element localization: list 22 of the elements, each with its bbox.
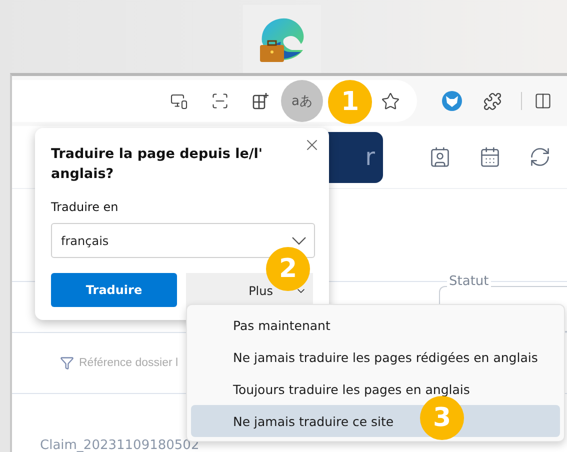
extensions-icon[interactable]: [483, 92, 502, 110]
translate-button[interactable]: aあ: [281, 80, 323, 122]
target-language-label: Traduire en: [51, 200, 120, 214]
devices-icon[interactable]: [170, 92, 188, 110]
add-tab-grid-icon[interactable]: [252, 92, 270, 110]
refresh-icon[interactable]: [529, 146, 551, 168]
app-tile[interactable]: [243, 5, 321, 73]
chevron-down-icon: [292, 236, 306, 244]
menu-item[interactable]: Ne jamais traduire les pages rédigées en anglais: [191, 341, 560, 373]
filter-label: Référence dossier l: [79, 357, 178, 369]
status-label: Statut: [447, 274, 491, 289]
favorite-star-icon[interactable]: [381, 92, 400, 110]
popup-title: Traduire la page depuis le/l' anglais?: [51, 145, 264, 184]
contact-card-icon[interactable]: [429, 146, 451, 168]
translate-confirm-button[interactable]: Traduire: [51, 273, 177, 307]
scan-icon[interactable]: [210, 92, 228, 110]
language-select[interactable]: français: [51, 223, 315, 258]
calendar-icon[interactable]: [479, 146, 501, 168]
split-screen-icon[interactable]: [534, 92, 552, 110]
filter-icon[interactable]: [60, 356, 74, 370]
menu-item[interactable]: Pas maintenant: [191, 309, 560, 341]
fox-extension-icon[interactable]: [442, 91, 462, 111]
